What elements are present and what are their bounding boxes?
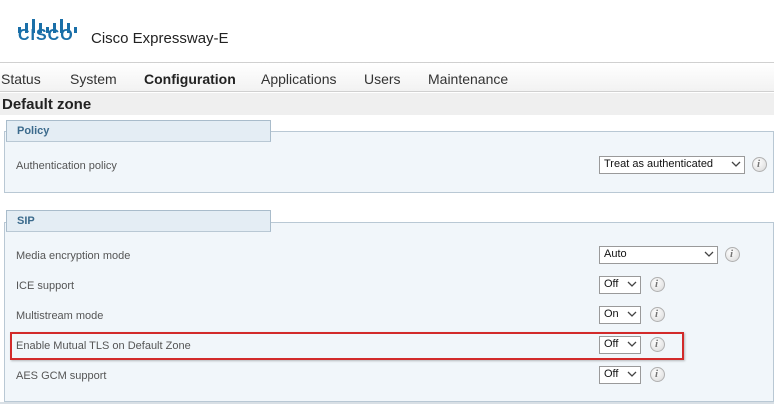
mutual-tls-label: Enable Mutual TLS on Default Zone xyxy=(16,340,191,352)
main-nav: Status System Configuration Applications… xyxy=(0,62,774,92)
chevron-down-icon xyxy=(704,251,714,257)
nav-item-users[interactable]: Users xyxy=(364,71,401,87)
nav-item-applications[interactable]: Applications xyxy=(261,71,337,87)
ice-support-value: Off xyxy=(604,278,619,290)
ice-support-label: ICE support xyxy=(16,280,75,292)
cisco-logo-text: CISCO xyxy=(18,27,74,44)
media-encryption-mode-value: Auto xyxy=(604,248,627,260)
sip-section-title: SIP xyxy=(17,215,35,227)
sip-section-header: SIP xyxy=(6,210,271,232)
info-icon[interactable]: i xyxy=(650,307,665,322)
info-icon[interactable]: i xyxy=(650,337,665,352)
aes-gcm-support-select[interactable]: Off xyxy=(599,366,641,384)
nav-item-maintenance[interactable]: Maintenance xyxy=(428,71,508,87)
mutual-tls-select[interactable]: Off xyxy=(599,336,641,354)
product-name: Cisco Expressway-E xyxy=(91,30,229,47)
chevron-down-icon xyxy=(731,161,741,167)
chevron-down-icon xyxy=(627,341,637,347)
multistream-mode-value: On xyxy=(604,308,619,320)
aes-gcm-support-label: AES GCM support xyxy=(16,370,107,382)
chevron-down-icon xyxy=(627,311,637,317)
authentication-policy-label: Authentication policy xyxy=(16,160,117,172)
chevron-down-icon xyxy=(627,371,637,377)
policy-section-title: Policy xyxy=(17,125,50,137)
chevron-down-icon xyxy=(627,281,637,287)
aes-gcm-support-value: Off xyxy=(604,368,619,380)
page-title-bar: Default zone xyxy=(0,93,774,115)
nav-item-configuration[interactable]: Configuration xyxy=(144,71,236,87)
policy-section-header: Policy xyxy=(6,120,271,142)
nav-item-system[interactable]: System xyxy=(70,71,117,87)
nav-item-status[interactable]: Status xyxy=(1,71,41,87)
authentication-policy-value: Treat as authenticated xyxy=(604,158,714,170)
mutual-tls-value: Off xyxy=(604,338,619,350)
media-encryption-mode-label: Media encryption mode xyxy=(16,250,131,262)
header: CISCO Cisco Expressway-E xyxy=(0,0,774,62)
ice-support-select[interactable]: Off xyxy=(599,276,641,294)
info-icon[interactable]: i xyxy=(752,157,767,172)
info-icon[interactable]: i xyxy=(725,247,740,262)
multistream-mode-select[interactable]: On xyxy=(599,306,641,324)
multistream-mode-label: Multistream mode xyxy=(16,310,104,322)
info-icon[interactable]: i xyxy=(650,367,665,382)
page-title: Default zone xyxy=(2,96,92,113)
authentication-policy-select[interactable]: Treat as authenticated xyxy=(599,156,745,174)
media-encryption-mode-select[interactable]: Auto xyxy=(599,246,718,264)
info-icon[interactable]: i xyxy=(650,277,665,292)
